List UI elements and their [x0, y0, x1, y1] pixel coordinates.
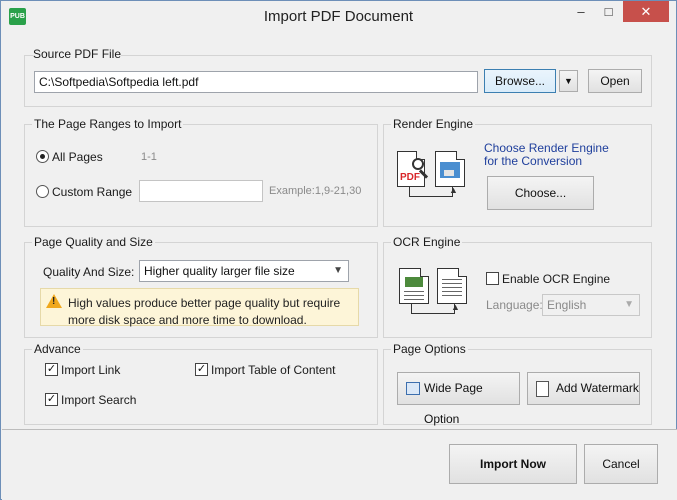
warning-icon: !	[46, 294, 62, 308]
page-ranges-panel	[24, 124, 378, 227]
custom-range-input[interactable]	[139, 180, 263, 202]
title-bar[interactable]: PUB Import PDF Document – □ ✕	[1, 1, 676, 32]
import-toc-checkbox[interactable]: ✓	[195, 363, 208, 376]
ocr-engine-title: OCR Engine	[391, 235, 463, 249]
import-link-label[interactable]: Import Link	[61, 363, 120, 377]
quality-warning-text: High values produce better page quality …	[68, 296, 341, 327]
import-toc-label[interactable]: Import Table of Content	[211, 363, 336, 377]
language-select[interactable]: English ▼	[542, 294, 640, 316]
render-engine-description-2: for the Conversion	[484, 154, 583, 168]
chevron-down-icon: ▼	[333, 265, 343, 276]
page-quality-title: Page Quality and Size	[32, 235, 155, 249]
add-watermark-label: Add Watermark	[556, 381, 639, 395]
image-document-icon	[435, 151, 465, 187]
watermark-icon	[536, 381, 549, 397]
custom-range-label[interactable]: Custom Range	[52, 185, 132, 199]
minimize-button[interactable]: –	[567, 1, 595, 22]
import-search-checkbox[interactable]: ✓	[45, 393, 58, 406]
all-pages-radio[interactable]	[36, 150, 49, 163]
enable-ocr-label[interactable]: Enable OCR Engine	[502, 272, 610, 286]
source-path-input[interactable]: C:\Softpedia\Softpedia left.pdf	[34, 71, 478, 93]
pdf-document-icon: PDF	[397, 151, 429, 187]
wide-page-icon	[406, 382, 420, 395]
quality-size-label: Quality And Size:	[43, 265, 135, 279]
custom-range-example: Example:1,9-21,30	[269, 185, 362, 197]
all-pages-range: 1-1	[141, 151, 157, 163]
page-options-title: Page Options	[391, 342, 468, 356]
enable-ocr-checkbox[interactable]	[486, 272, 499, 285]
browse-dropdown-button[interactable]: ▼	[559, 70, 578, 92]
open-button[interactable]: Open	[588, 69, 642, 93]
import-link-checkbox[interactable]: ✓	[45, 363, 58, 376]
quality-size-value: Higher quality larger file size	[144, 264, 295, 278]
advance-title: Advance	[32, 342, 83, 356]
quality-warning-box: ! High values produce better page qualit…	[40, 288, 359, 327]
source-pdf-heading: Source PDF File	[33, 47, 122, 61]
quality-size-select[interactable]: Higher quality larger file size ▼	[139, 260, 349, 282]
import-pdf-dialog: PUB Import PDF Document – □ ✕ Source PDF…	[0, 0, 677, 500]
page-ranges-title: The Page Ranges to Import	[32, 117, 184, 131]
custom-range-radio[interactable]	[36, 185, 49, 198]
browse-button[interactable]: Browse...	[484, 69, 556, 93]
language-label: Language:	[486, 298, 543, 312]
add-watermark-button[interactable]: Add Watermark	[527, 372, 640, 405]
close-button[interactable]: ✕	[623, 1, 669, 22]
chevron-down-icon: ▼	[624, 299, 634, 310]
render-engine-title: Render Engine	[391, 117, 476, 131]
advance-panel	[24, 349, 378, 425]
language-value: English	[547, 298, 587, 312]
import-now-button[interactable]: Import Now	[449, 444, 577, 484]
all-pages-label[interactable]: All Pages	[52, 150, 103, 164]
cancel-button[interactable]: Cancel	[584, 444, 658, 484]
maximize-button[interactable]: □	[595, 1, 622, 22]
render-engine-illustration: PDF ▲	[395, 149, 473, 201]
import-search-label[interactable]: Import Search	[61, 393, 136, 407]
choose-engine-button[interactable]: Choose...	[487, 176, 594, 210]
wide-page-option-button[interactable]: Wide Page Option	[397, 372, 520, 426]
ocr-documents-icon: ▲	[397, 266, 473, 316]
